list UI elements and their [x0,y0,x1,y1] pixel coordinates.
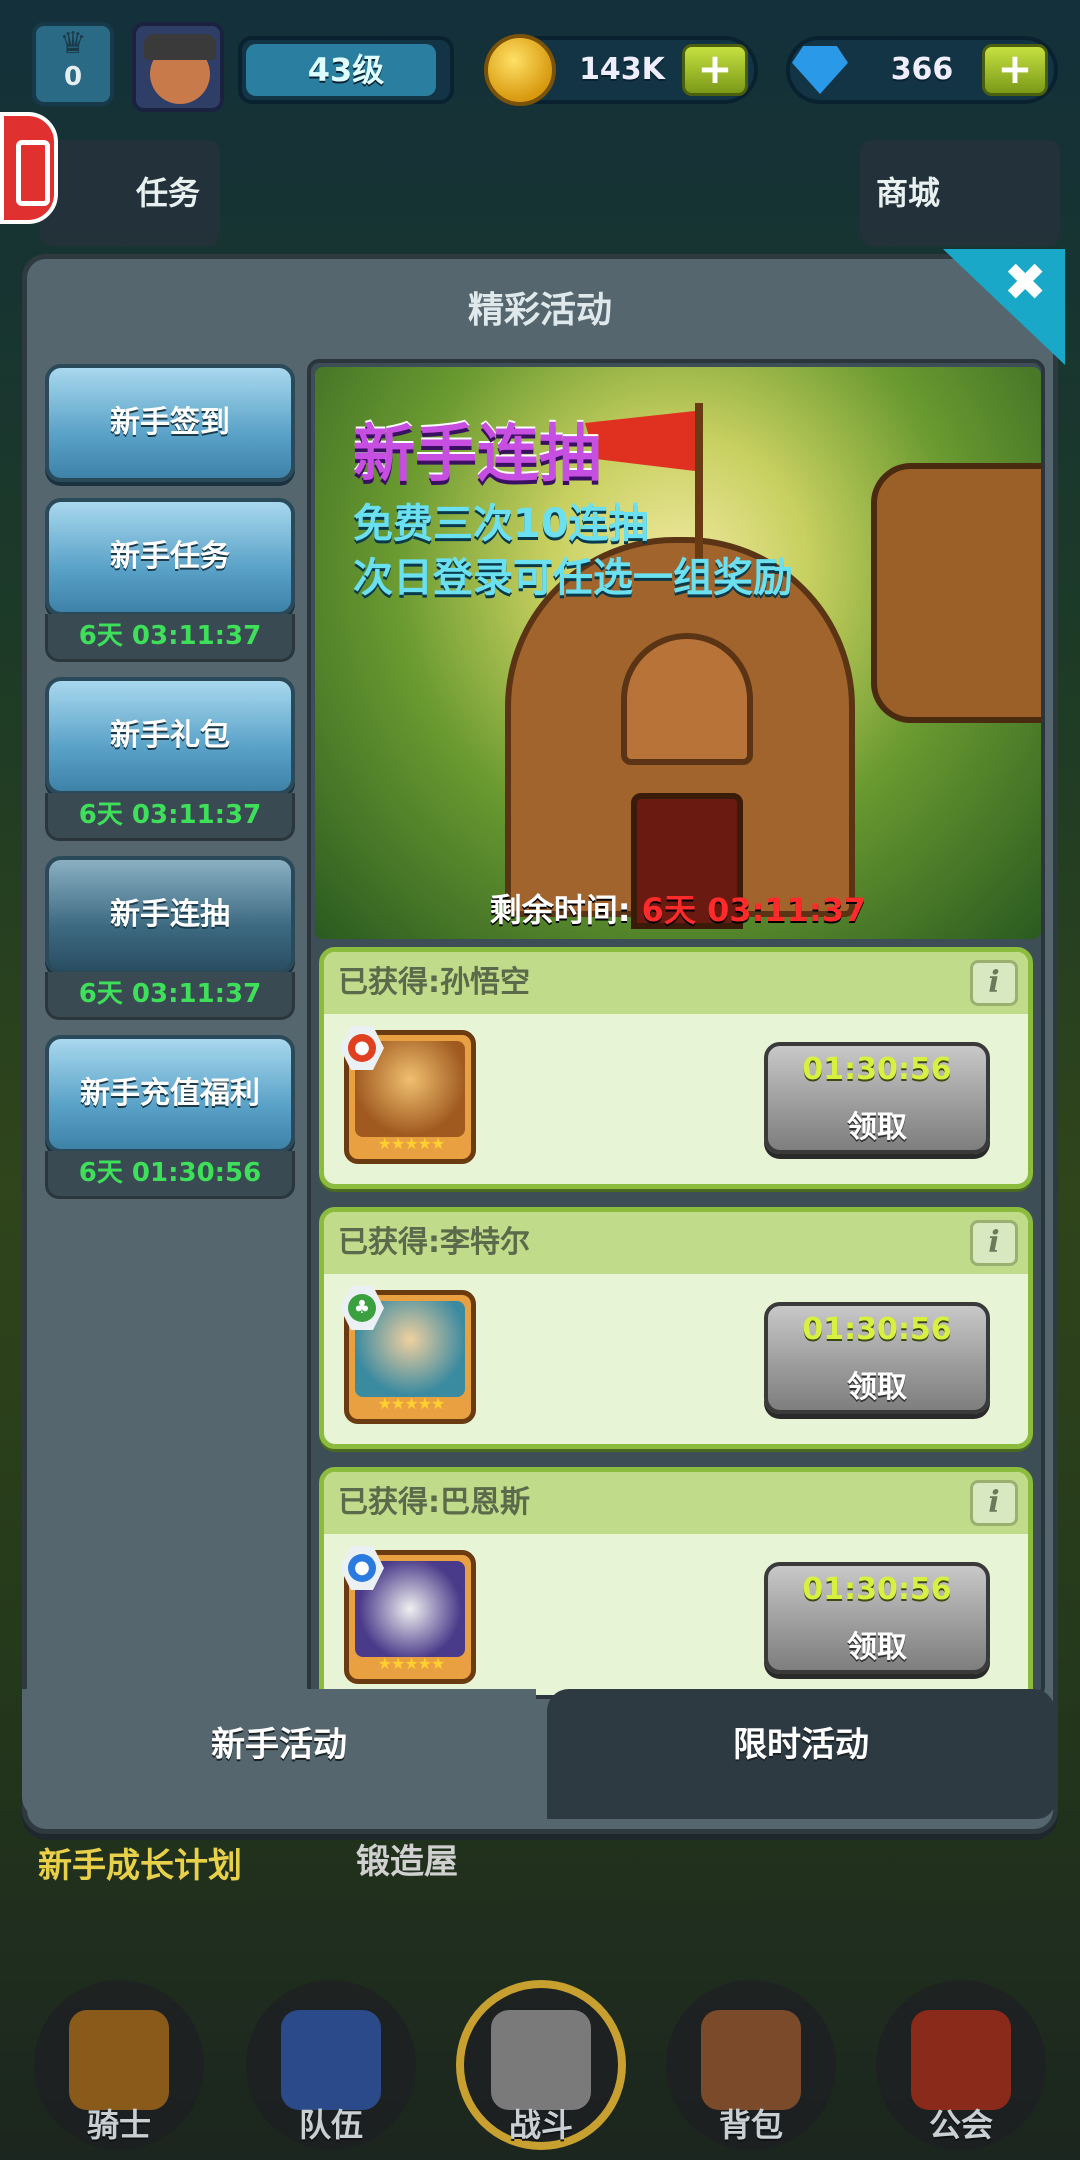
tab-timer: 6天 03:11:37 [45,614,295,662]
tab-label: 新手充值福利 [80,1076,260,1111]
claim-button[interactable]: 01:30:56 领取 [764,1042,990,1154]
reward-title: 已获得:巴恩斯 [338,1485,530,1520]
reward-title: 已获得:李特尔 [338,1225,530,1260]
nav-guild[interactable]: 公会 [876,1980,1046,2150]
event-banner: 新手连抽 免费三次10连抽 次日登录可任选一组奖励 剩余时间: 6天 03:11… [315,367,1041,939]
growth-plan-label[interactable]: 新手成长计划 [38,1838,242,1887]
reward-header: 已获得:巴恩斯 [324,1472,1028,1534]
gem-counter: 366 + [786,36,1058,104]
tab-timer: 6天 03:11:37 [45,793,295,841]
diamond-icon [792,46,848,94]
info-icon[interactable]: i [970,960,1018,1006]
nav-label: 队伍 [298,2106,363,2144]
star-rating: ★★★★★ [377,1134,446,1153]
level-label: 43级 [307,51,385,89]
nav-label: 公会 [928,2106,993,2144]
coin-icon [484,34,556,106]
banner-title: 新手连抽 [353,417,602,490]
remaining-time-value: 6天 03:11:37 [641,891,867,929]
close-icon: ✖ [1003,253,1047,313]
shop-button[interactable]: 商城 [860,140,1060,246]
nav-label: 背包 [718,2106,783,2144]
backpack-icon [701,2010,801,2110]
remaining-time-label: 剩余时间: [489,891,631,929]
tab-label: 新手签到 [110,405,230,440]
remaining-time: 剩余时间: 6天 03:11:37 [315,885,1041,931]
nav-battle[interactable]: 战斗 [456,1980,626,2150]
gold-counter: 143K + [484,34,758,106]
activity-content: 新手连抽 免费三次10连抽 次日登录可任选一组奖励 剩余时间: 6天 03:11… [307,359,1045,1699]
claim-button[interactable]: 01:30:56 领取 [764,1302,990,1414]
tab-button[interactable]: 新手签到 [45,364,295,482]
tasks-button[interactable]: 任务 [40,140,220,246]
reward-card: 已获得:李特尔 i ★★★★★ ♣ 01:30:56 领取 [319,1207,1033,1449]
crossed-swords-icon [491,2010,591,2110]
nav-bag[interactable]: 背包 [666,1980,836,2150]
nav-team[interactable]: 队伍 [246,1980,416,2150]
helmet-icon [69,2010,169,2110]
team-shield-icon [281,2010,381,2110]
tab-label: 新手礼包 [110,718,230,753]
notification-badge-icon[interactable] [0,112,58,224]
claim-timer: 01:30:56 [802,1312,952,1347]
reward-card: 已获得:巴恩斯 i ★★★★★ ● 01:30:56 领取 [319,1467,1033,1695]
banner-line-2: 次日登录可任选一组奖励 [353,555,793,601]
crown-icon: ♛ [59,26,87,61]
rank-value: 0 [63,62,83,92]
tab-button[interactable]: 新手任务 [45,498,295,616]
flag-decoration [695,403,703,563]
top-bar: ♛ 0 43级 143K + 366 + [0,0,1080,140]
gold-value: 143K [579,52,665,87]
shop-label: 商城 [876,174,941,212]
claim-timer: 01:30:56 [802,1052,952,1087]
level-bar: 43级 [238,36,454,104]
nav-label: 战斗 [508,2106,573,2144]
reward-card: 已获得:孙悟空 i ★★★★★ ● 01:30:56 领取 [319,947,1033,1189]
claim-label: 领取 [847,1370,907,1405]
reward-header: 已获得:李特尔 [324,1212,1028,1274]
bottom-nav: 骑士 队伍 战斗 背包 公会 [0,1950,1080,2160]
tab-button[interactable]: 新手礼包 [45,677,295,795]
reward-title: 已获得:孙悟空 [338,965,530,1000]
nav-knight[interactable]: 骑士 [34,1980,204,2150]
tasks-label: 任务 [136,174,201,212]
star-rating: ★★★★★ [377,1654,446,1673]
claim-label: 领取 [847,1630,907,1665]
info-icon[interactable]: i [970,1220,1018,1266]
tab-button[interactable]: 新手充值福利 [45,1035,295,1153]
tab-button[interactable]: 新手连抽 [45,856,295,974]
tab-label: 新手连抽 [110,897,230,932]
claim-button[interactable]: 01:30:56 领取 [764,1562,990,1674]
gem-value: 366 [890,52,954,87]
guild-emblem-icon [911,2010,1011,2110]
tab-label: 新手任务 [110,539,230,574]
tab-label: 新手活动 [211,1725,347,1765]
star-rating: ★★★★★ [377,1394,446,1413]
reward-header: 已获得:孙悟空 [324,952,1028,1014]
info-icon[interactable]: i [970,1480,1018,1526]
activity-modal: 精彩活动 ✖ 新手签到 新手任务 6天 03:11:37 新手礼包 6天 03:… [22,249,1065,1834]
nav-label: 骑士 [86,2106,151,2144]
tab-timer: 6天 03:11:37 [45,972,295,1020]
player-avatar[interactable] [132,22,224,112]
avatar-hat [144,34,216,60]
tab-limited-activities[interactable]: 限时活动 [547,1689,1055,1819]
modal-title: 精彩活动 [467,290,612,331]
tab-label: 限时活动 [733,1725,869,1765]
claim-label: 领取 [847,1110,907,1145]
add-gold-button[interactable]: + [682,44,748,96]
rank-badge[interactable]: ♛ 0 [32,22,114,106]
claim-timer: 01:30:56 [802,1572,952,1607]
banner-line-1: 免费三次10连抽 [353,501,649,547]
barrel-decoration [871,463,1041,723]
tab-newbie-activities[interactable]: 新手活动 [22,1689,536,1819]
add-gems-button[interactable]: + [982,44,1048,96]
forge-label[interactable]: 锻造屋 [356,1834,458,1883]
tab-timer: 6天 01:30:56 [45,1151,295,1199]
